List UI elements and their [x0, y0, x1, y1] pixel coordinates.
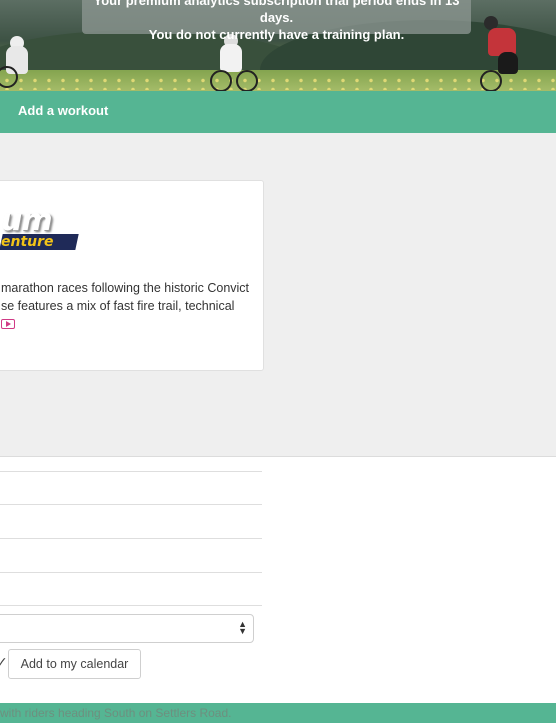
trial-notice: Your premium analytics subscription tria…	[82, 0, 471, 42]
nav-bar: Add a workout	[0, 91, 556, 133]
check-icon: ✓	[0, 654, 8, 670]
cyclist-image	[470, 16, 530, 91]
event-card: um enture marathon races following the h…	[0, 180, 264, 371]
training-plan-notice: You do not currently have a training pla…	[148, 27, 405, 42]
form-row-divider	[0, 605, 262, 606]
footer-bar: with riders heading South on Settlers Ro…	[0, 703, 556, 723]
photo-caption: with riders heading South on Settlers Ro…	[0, 706, 232, 720]
trial-notice-line: Your premium analytics subscription tria…	[93, 0, 460, 25]
form-row-divider	[0, 471, 262, 472]
form-row-divider	[0, 572, 262, 573]
add-workout-link[interactable]: Add a workout	[18, 91, 108, 131]
add-to-calendar-button[interactable]: Add to my calendar	[8, 649, 141, 679]
event-logo: um enture	[0, 206, 83, 254]
form-row-divider	[0, 538, 262, 539]
event-section: um enture marathon races following the h…	[0, 133, 556, 457]
event-description: marathon races following the historic Co…	[1, 279, 263, 315]
select-arrows-icon: ▲ ▼	[238, 619, 247, 636]
event-description-line: marathon races following the historic Co…	[1, 281, 250, 295]
form-row-divider	[0, 504, 262, 505]
event-description-line: se features a mix of fast fire trail, te…	[1, 299, 235, 313]
header-banner: Your premium analytics subscription tria…	[0, 0, 556, 91]
calendar-select[interactable]: ▲ ▼	[0, 614, 254, 643]
cyclist-image	[0, 36, 40, 88]
video-play-icon[interactable]	[1, 319, 15, 329]
